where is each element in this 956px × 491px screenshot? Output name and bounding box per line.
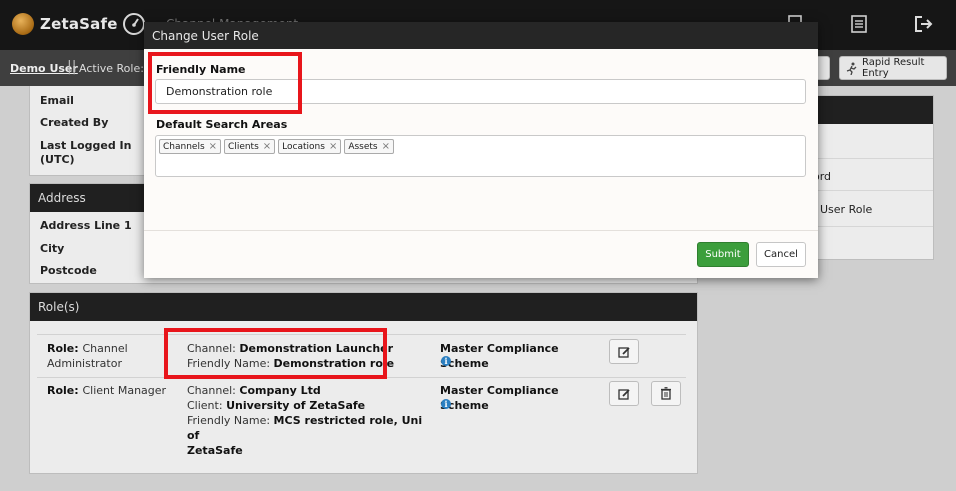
address-line-1-label: Address Line 1 xyxy=(40,219,132,232)
tag-remove-icon[interactable]: × xyxy=(263,141,271,152)
client-value: University of ZetaSafe xyxy=(226,399,366,412)
submit-button[interactable]: Submit xyxy=(697,242,749,267)
city-label: City xyxy=(40,242,65,255)
brand-name: ZetaSafe xyxy=(40,15,118,33)
created-by-label: Created By xyxy=(40,116,109,129)
speedometer-icon[interactable] xyxy=(122,12,146,36)
trash-icon xyxy=(661,387,671,400)
edit-icon xyxy=(618,388,630,400)
tag-label: Locations xyxy=(282,141,325,152)
highlight-box xyxy=(148,52,302,114)
tag-remove-icon[interactable]: × xyxy=(382,141,390,152)
zetasafe-logo-icon xyxy=(12,13,34,35)
scheme-name: Master Compliance Scheme xyxy=(440,384,559,412)
active-role-text: Active Role: xyxy=(79,62,148,75)
roles-panel: Role(s) Role: Channel Administrator Chan… xyxy=(29,292,698,474)
tag-remove-icon[interactable]: × xyxy=(329,141,337,152)
tag-locations: Locations × xyxy=(278,139,342,154)
friendly-name-label: Friendly Name: xyxy=(187,414,274,427)
roles-panel-title: Role(s) xyxy=(30,293,697,321)
logout-icon[interactable] xyxy=(914,15,934,33)
cancel-button[interactable]: Cancel xyxy=(756,242,806,267)
role-name-line-2: Administrator xyxy=(47,357,122,370)
default-search-areas-input[interactable]: Channels × Clients × Locations × Assets × xyxy=(155,135,806,177)
channel-label: Channel: xyxy=(187,384,240,397)
info-icon[interactable]: i xyxy=(441,399,451,409)
client-label: Client: xyxy=(187,399,227,412)
role-prefix: Role: xyxy=(47,342,83,355)
role-cell: Role: Client Manager xyxy=(47,383,167,398)
modal-footer-divider xyxy=(144,230,818,231)
channel-value: Company Ltd xyxy=(239,384,321,397)
rapid-result-entry-label: Rapid Result Entry xyxy=(862,57,925,79)
role-cell: Role: Channel Administrator xyxy=(47,341,157,371)
brand[interactable]: ZetaSafe xyxy=(12,13,118,35)
change-user-role-link[interactable]: User Role xyxy=(820,203,872,216)
edit-role-button[interactable] xyxy=(609,339,639,364)
last-logged-in-label: Last Logged In xyxy=(40,139,132,152)
channel-cell: Channel: Company Ltd Client: University … xyxy=(187,383,427,458)
tag-label: Clients xyxy=(228,141,259,152)
tag-label: Assets xyxy=(348,141,378,152)
separator: || xyxy=(67,59,77,75)
postcode-label: Postcode xyxy=(40,264,97,277)
modal-title: Change User Role xyxy=(144,22,818,49)
tag-assets: Assets × xyxy=(344,139,395,154)
scheme-cell: Master Compliance Scheme xyxy=(440,383,610,413)
friendly-name-value-cont: ZetaSafe xyxy=(187,444,243,457)
tag-clients: Clients × xyxy=(224,139,276,154)
role-name: Client Manager xyxy=(82,384,167,397)
edit-role-button[interactable] xyxy=(609,381,639,406)
role-name-line-1: Channel xyxy=(82,342,128,355)
highlight-box xyxy=(164,328,387,379)
delete-role-button[interactable] xyxy=(651,381,681,406)
default-search-areas-label: Default Search Areas xyxy=(156,118,288,131)
edit-icon xyxy=(618,346,630,358)
scheme-cell: Master Compliance Scheme xyxy=(440,341,610,371)
tag-remove-icon[interactable]: × xyxy=(209,141,217,152)
rapid-result-entry-button[interactable]: Rapid Result Entry xyxy=(839,56,947,80)
email-label: Email xyxy=(40,94,74,107)
info-icon[interactable]: i xyxy=(441,356,451,366)
list-icon[interactable] xyxy=(851,15,867,33)
scheme-name: Master Compliance Scheme xyxy=(440,342,559,370)
role-prefix: Role: xyxy=(47,384,83,397)
utc-label: (UTC) xyxy=(40,153,75,166)
tag-channels: Channels × xyxy=(159,139,222,154)
tag-label: Channels xyxy=(163,141,205,152)
running-person-icon xyxy=(846,62,857,75)
